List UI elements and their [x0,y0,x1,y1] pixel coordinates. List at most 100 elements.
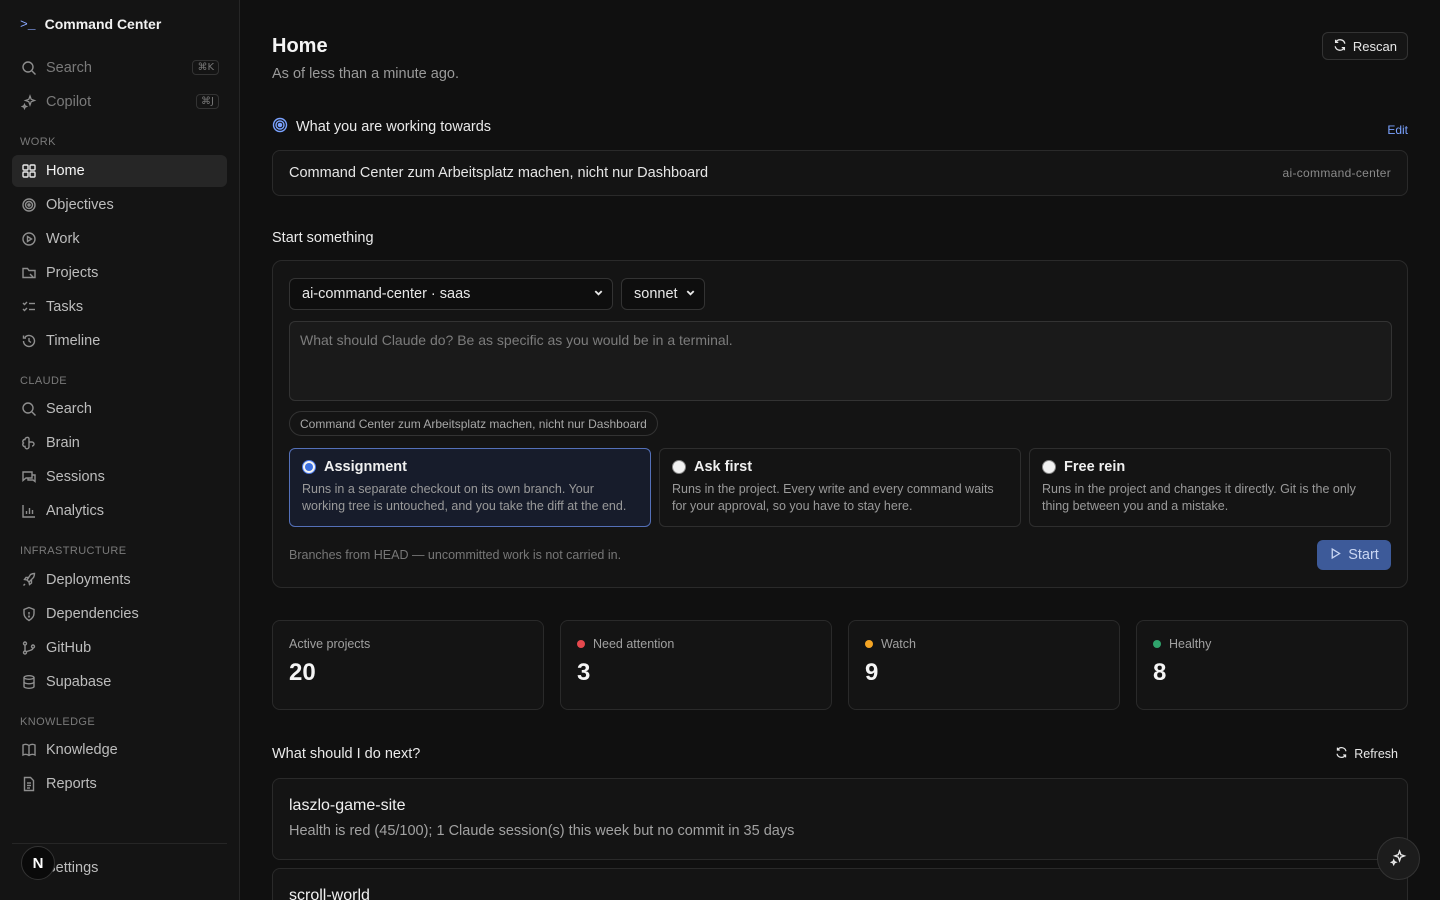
chevron-down-icon [593,287,604,301]
sidebar-item-github[interactable]: GitHub [12,632,227,664]
sidebar-item-timeline[interactable]: Timeline [12,325,227,357]
stat-need-attention[interactable]: Need attention 3 [560,620,832,710]
avatar[interactable]: N [21,846,55,880]
target-icon [20,196,38,214]
grid-icon [20,162,38,180]
mode-title: Ask first [694,459,753,475]
bar-chart-icon [20,502,38,520]
sidebar-divider [12,843,227,844]
radio-selected[interactable] [302,460,316,474]
section-infrastructure: INFRASTRUCTURE [20,545,127,557]
sidebar-item-supabase[interactable]: Supabase [12,666,227,698]
sidebar-item-brain[interactable]: Brain [12,427,227,459]
refresh-icon [1335,746,1348,762]
start-button[interactable]: Start [1317,540,1391,570]
goal-heading: What you are working towards [272,117,491,137]
sidebar-item-label: Supabase [46,674,112,690]
sidebar-item-label: Timeline [46,333,101,349]
sparkles-icon [20,93,38,111]
brain-icon [20,434,38,452]
sidebar-item-work[interactable]: Work [12,223,227,255]
sidebar-item-claude-search[interactable]: Search [12,393,227,425]
sidebar-item-sessions[interactable]: Sessions [12,461,227,493]
status-dot-red [577,640,585,648]
rescan-label: Rescan [1352,38,1397,54]
refresh-label: Refresh [1354,747,1398,761]
next-item-name: scroll-world [289,887,370,900]
status-dot-green [1153,640,1161,648]
section-work: WORK [20,136,56,148]
page-subtitle: As of less than a minute ago. [272,66,459,82]
sidebar-item-tasks[interactable]: Tasks [12,291,227,323]
sidebar-item-home[interactable]: Home [12,155,227,187]
sidebar-item-dependencies[interactable]: Dependencies [12,598,227,630]
sidebar-item-label: Analytics [46,503,105,519]
copilot-fab[interactable] [1377,837,1420,880]
project-select[interactable]: ai-command-center · saas [289,278,613,310]
brand[interactable]: >_ Command Center [20,16,161,32]
sidebar-copilot[interactable]: Copilot ⌘J [12,86,227,118]
goal-chip[interactable]: Command Center zum Arbeitsplatz machen, … [289,411,658,436]
sidebar-item-reports[interactable]: Reports [12,768,227,800]
radio-unselected[interactable] [672,460,686,474]
folder-icon [20,264,38,282]
mode-free-rein[interactable]: Free rein Runs in the project and change… [1029,448,1391,527]
sparkles-icon [1389,848,1407,869]
mode-description: Runs in a separate checkout on its own b… [302,482,627,513]
branch-note: Branches from HEAD — uncommitted work is… [289,548,622,562]
mode-ask-first[interactable]: Ask first Runs in the project. Every wri… [659,448,1021,527]
mode-description: Runs in the project and changes it direc… [1042,482,1356,513]
sidebar-item-projects[interactable]: Projects [12,257,227,289]
sidebar-item-label: Tasks [46,299,84,315]
chat-icon [20,468,38,486]
sidebar-item-label: Objectives [46,197,114,213]
sidebar-item-knowledge[interactable]: Knowledge [12,734,227,766]
next-item[interactable]: laszlo-game-site Health is red (45/100);… [272,778,1408,860]
sidebar-search[interactable]: Search ⌘K [12,52,227,84]
stat-label: Watch [881,637,916,651]
next-item[interactable]: scroll-world [272,868,1408,900]
shortcut-badge: ⌘K [192,60,219,75]
checklist-icon [20,298,38,316]
mode-assignment[interactable]: Assignment Runs in a separate checkout o… [289,448,651,527]
goal-heading-text: What you are working towards [296,119,492,135]
sidebar-item-label: Brain [46,435,80,451]
goal-edit-link[interactable]: Edit [1387,123,1408,137]
stat-label: Need attention [593,637,675,651]
stat-healthy[interactable]: Healthy 8 [1136,620,1408,710]
prompt-input[interactable] [289,321,1392,401]
sidebar-item-label: Reports [46,776,97,792]
next-item-name: laszlo-game-site [289,797,406,814]
next-item-description: Health is red (45/100); 1 Claude session… [289,823,795,839]
section-knowledge: KNOWLEDGE [20,716,96,728]
stat-value: 3 [577,659,591,686]
next-section-title: What should I do next? [272,746,421,762]
stat-watch[interactable]: Watch 9 [848,620,1120,710]
sidebar-item-label: Knowledge [46,742,118,758]
project-select-value: ai-command-center · saas [302,286,471,302]
model-select[interactable]: sonnet [621,278,705,310]
history-icon [20,332,38,350]
sidebar-item-label: Home [46,163,85,179]
stat-value: 8 [1153,659,1167,686]
sidebar-item-deployments[interactable]: Deployments [12,564,227,596]
mode-description: Runs in the project. Every write and eve… [672,482,994,513]
goal-project-tag: ai-command-center [1282,166,1391,180]
mode-title: Assignment [324,459,407,475]
database-icon [20,673,38,691]
stat-active-projects[interactable]: Active projects 20 [272,620,544,710]
goal-box: Command Center zum Arbeitsplatz machen, … [272,150,1408,196]
chevron-down-icon [685,287,696,301]
sidebar-item-analytics[interactable]: Analytics [12,495,227,527]
refresh-button[interactable]: Refresh [1325,740,1408,768]
refresh-icon [1333,38,1347,55]
section-claude: CLAUDE [20,375,68,387]
rocket-icon [20,571,38,589]
radio-unselected[interactable] [1042,460,1056,474]
mode-title: Free rein [1064,459,1126,475]
goal-text: Command Center zum Arbeitsplatz machen, … [289,165,709,181]
play-circle-icon [20,230,38,248]
file-text-icon [20,775,38,793]
rescan-button[interactable]: Rescan [1321,32,1408,60]
sidebar-item-objectives[interactable]: Objectives [12,189,227,221]
